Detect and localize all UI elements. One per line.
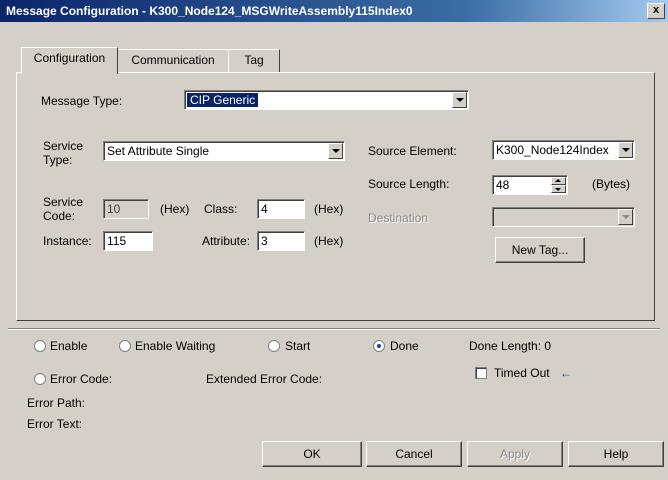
source-element-label: Source Element: <box>368 144 457 158</box>
chevron-down-icon[interactable] <box>452 92 467 108</box>
attribute-field[interactable]: 3 <box>257 231 305 251</box>
attribute-label: Attribute: <box>202 234 251 248</box>
spin-down-icon[interactable] <box>551 185 566 193</box>
done-length-label: Done Length: 0 <box>469 339 552 353</box>
enable-label: Enable <box>50 339 88 353</box>
source-length-label: Source Length: <box>368 177 450 191</box>
destination-label: Destination <box>368 211 429 225</box>
enable-waiting-label: Enable Waiting <box>135 339 216 353</box>
extended-error-code-label: Extended Error Code: <box>206 372 323 386</box>
arrow-left-icon: ← <box>560 366 572 380</box>
apply-button: Apply <box>467 441 563 467</box>
done-radio <box>373 340 385 352</box>
error-path-label: Error Path: <box>27 396 86 410</box>
timed-out-label: Timed Out <box>494 366 550 380</box>
ok-button[interactable]: OK <box>262 441 362 467</box>
spin-up-icon[interactable] <box>551 177 566 185</box>
spinner-icon[interactable] <box>551 177 566 193</box>
service-code-field: 10 <box>103 199 149 219</box>
enable-radio <box>34 340 46 352</box>
service-type-label-line1: Service <box>43 139 84 153</box>
window-title: Message Configuration - K300_Node124_MSG… <box>6 4 413 18</box>
instance-label: Instance: <box>43 234 92 248</box>
chevron-down-icon[interactable] <box>328 143 343 159</box>
done-label: Done <box>390 339 419 353</box>
help-button[interactable]: Help <box>568 441 664 467</box>
source-element-select[interactable]: K300_Node124Index <box>492 140 635 160</box>
message-type-select[interactable]: CIP Generic <box>184 90 469 110</box>
enable-waiting-radio <box>119 340 131 352</box>
status-divider <box>8 328 660 330</box>
message-type-label: Message Type: <box>41 94 123 108</box>
cancel-button[interactable]: Cancel <box>366 441 462 467</box>
source-length-field[interactable]: 48 <box>492 175 568 195</box>
service-type-select[interactable]: Set Attribute Single <box>103 141 345 161</box>
class-label: Class: <box>204 202 238 216</box>
service-type-value: Set Attribute Single <box>107 144 210 158</box>
close-icon[interactable]: x <box>647 3 665 19</box>
error-text-label: Error Text: <box>27 417 83 431</box>
service-type-label-line2: Type: <box>43 153 73 167</box>
chevron-down-icon <box>618 209 633 225</box>
message-type-value: CIP Generic <box>187 93 259 107</box>
configuration-panel: Message Type: CIP Generic Service Type: … <box>16 72 655 321</box>
start-label: Start <box>285 339 311 353</box>
service-code-label-line1: Service <box>43 195 84 209</box>
service-code-hex-label: (Hex) <box>160 202 190 216</box>
error-code-label: Error Code: <box>50 372 113 386</box>
chevron-down-icon[interactable] <box>618 142 633 158</box>
title-bar: Message Configuration - K300_Node124_MSG… <box>0 0 668 22</box>
new-tag-button[interactable]: New Tag... <box>495 237 585 263</box>
tab-communication[interactable]: Communication <box>117 49 229 72</box>
tab-tag[interactable]: Tag <box>228 49 280 72</box>
bytes-label: (Bytes) <box>592 177 631 191</box>
tab-configuration[interactable]: Configuration <box>21 47 118 74</box>
start-radio <box>268 340 280 352</box>
class-hex-label: (Hex) <box>314 202 344 216</box>
error-code-radio <box>34 373 46 385</box>
instance-field[interactable]: 115 <box>103 231 153 251</box>
destination-select <box>492 207 635 227</box>
source-element-value: K300_Node124Index <box>496 143 609 157</box>
source-length-value: 48 <box>496 178 510 192</box>
class-field[interactable]: 4 <box>257 199 305 219</box>
service-code-label-line2: Code: <box>43 209 76 223</box>
timed-out-checkbox[interactable] <box>475 367 487 379</box>
attribute-hex-label: (Hex) <box>314 234 344 248</box>
